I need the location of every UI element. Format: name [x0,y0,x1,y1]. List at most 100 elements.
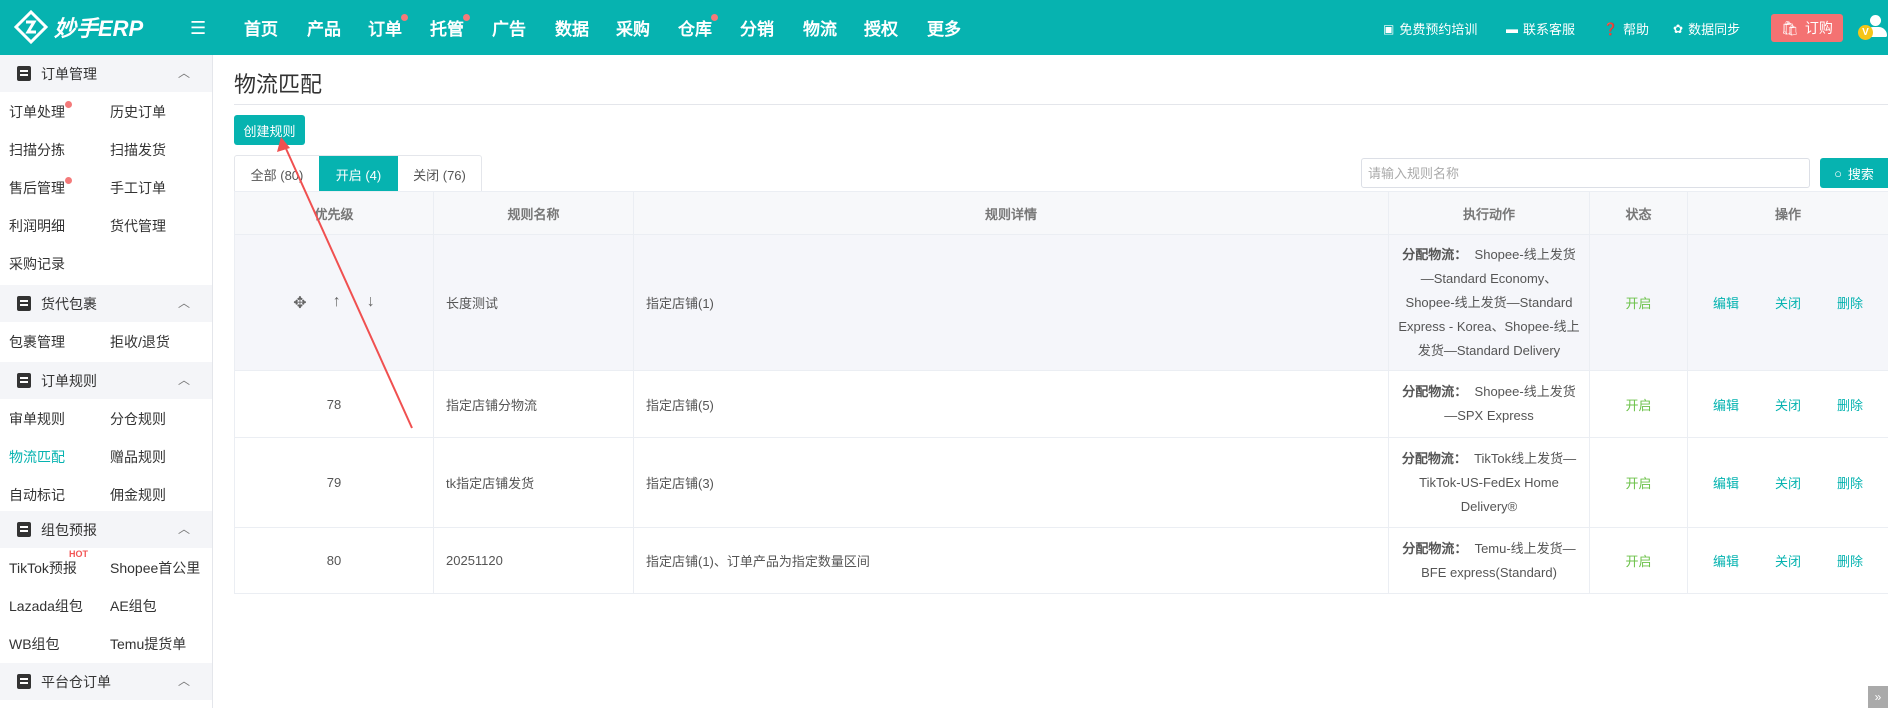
sidebar-item-label: 历史订单 [110,104,166,120]
sidebar-item[interactable]: 订单处理 [9,101,72,122]
sidebar-item[interactable]: 赠品规则 [110,447,166,467]
sidebar-section-0[interactable]: 订单管理 ︿ [0,55,212,92]
scroll-expand-button[interactable]: » [1868,686,1888,708]
sidebar-item[interactable]: 审单规则 [9,409,65,429]
action-text: Shopee-线上发货—Standard Economy、Shopee-线上发货… [1398,246,1580,358]
sidebar-item[interactable]: AE组包 [110,596,157,616]
tab-enabled[interactable]: 开启 (4) [319,156,398,192]
col-status: 状态 [1589,191,1688,235]
sidebar-section-1[interactable]: 货代包裹 ︿ [0,285,212,322]
tab-disabled[interactable]: 关闭 (76) [398,156,481,192]
create-rule-button[interactable]: 创建规则 [234,115,305,145]
nav-item-1[interactable]: 产品 [307,15,341,40]
sidebar-item[interactable]: 分仓规则 [110,409,166,429]
sidebar-item-label: Shopee首公里 [110,560,201,576]
sidebar-item[interactable]: 手工订单 [110,178,166,198]
nav-item-4[interactable]: 广告 [492,15,526,40]
priority-cell: 80 [234,527,434,594]
sidebar-item[interactable]: 佣金规则 [110,485,166,505]
nav-item-2[interactable]: 订单 [368,14,408,40]
arrow-up-icon[interactable]: ↑ [333,293,341,313]
sidebar-section-4[interactable]: 平台仓订单 ︿ [0,663,212,700]
disable-link[interactable]: 关闭 [1775,296,1801,311]
nav-item-8[interactable]: 分销 [740,15,774,40]
customer-service-link[interactable]: ▬ 联系客服 [1506,19,1575,38]
tab-all[interactable]: 全部 (80) [235,156,319,192]
nav-item-7[interactable]: 仓库 [678,14,718,40]
notification-dot [65,101,72,108]
section-icon [17,296,31,311]
col-rule-name: 规则名称 [433,191,634,235]
section-title: 组包预报 [41,521,97,538]
nav-item-0[interactable]: 首页 [244,15,278,40]
buy-button[interactable]: 🛍 订购 [1771,14,1843,42]
sidebar-section-2[interactable]: 订单规则 ︿ [0,362,212,399]
nav-item-3[interactable]: 托管 [430,14,470,40]
disable-link[interactable]: 关闭 [1775,476,1801,491]
disable-link[interactable]: 关闭 [1775,554,1801,569]
delete-link[interactable]: 删除 [1837,398,1863,413]
sidebar-item[interactable]: 采购记录 [9,254,65,274]
search-icon: ○ [1834,165,1842,181]
nav-item-9[interactable]: 物流 [803,15,837,40]
sidebar-item[interactable]: 自动标记 [9,485,65,505]
delete-link[interactable]: 删除 [1837,296,1863,311]
sidebar-item[interactable]: TikTok预报 HOT [9,549,88,578]
rule-name-cell: 长度测试 [433,234,634,371]
sidebar-item[interactable]: 物流匹配 [9,447,65,467]
sidebar-item[interactable]: WB组包 [9,634,60,654]
rule-name-cell: tk指定店铺发货 [433,437,634,528]
nav-item-11[interactable]: 更多 [927,15,961,40]
rules-table: 优先级 规则名称 规则详情 执行动作 状态 操作 ✥ ↑ ↓ 长度测试 指定店铺(1) 分… [234,191,1888,594]
sidebar-item[interactable]: 扫描发货 [110,140,166,160]
section-icon [17,522,31,537]
buy-label: 订购 [1804,20,1833,36]
help-label: 帮助 [1622,22,1649,37]
sidebar-item[interactable]: 扫描分拣 [9,140,65,160]
edit-link[interactable]: 编辑 [1713,476,1739,491]
arrow-down-icon[interactable]: ↓ [367,293,375,313]
sidebar-item[interactable]: 售后管理 [9,177,72,198]
page-title: 物流匹配 [234,72,323,97]
avatar[interactable]: V [1858,15,1887,43]
sidebar-item[interactable]: Lazada组包 [9,596,83,616]
sidebar-item[interactable]: 历史订单 [110,102,166,122]
sidebar-item-label: 订单处理 [9,104,65,120]
priority-cell: ✥ ↑ ↓ [234,234,434,371]
sidebar-item-label: 采购记录 [9,256,65,272]
chevron-up-icon: ︿ [177,373,190,387]
delete-link[interactable]: 删除 [1837,554,1863,569]
nav-item-5[interactable]: 数据 [555,15,589,40]
sidebar-item[interactable]: 货代管理 [110,216,166,236]
search-button[interactable]: ○ 搜索 [1820,158,1888,188]
sidebar-item[interactable]: 包裹管理 [9,332,65,352]
sidebar-item-label: 赠品规则 [110,449,166,465]
delete-link[interactable]: 删除 [1837,476,1863,491]
edit-link[interactable]: 编辑 [1713,554,1739,569]
training-link[interactable]: ▣ 免费预约培训 [1383,19,1477,38]
nav-item-6[interactable]: 采购 [616,15,650,40]
sidebar-item[interactable]: Temu提货单 [110,634,186,654]
edit-link[interactable]: 编辑 [1713,296,1739,311]
nav-label: 授权 [864,20,898,39]
sidebar-section-3[interactable]: 组包预报 ︿ [0,511,212,548]
sidebar-item[interactable]: Shopee首公里 [110,558,200,578]
nav-item-10[interactable]: 授权 [864,15,898,40]
rule-name-search-input[interactable] [1361,158,1810,188]
sidebar-item-label: AE组包 [110,598,157,614]
disable-link[interactable]: 关闭 [1775,398,1801,413]
sidebar-item[interactable]: 利润明细 [9,216,65,236]
menu-toggle-icon[interactable]: ☰ [190,18,206,39]
sidebar-item-label: TikTok预报 [9,560,77,576]
sidebar-item[interactable]: 拒收/退货 [110,332,170,352]
logo[interactable]: 妙手ERP [14,10,143,44]
sidebar-item-label: 审单规则 [9,411,65,427]
help-link[interactable]: ❓ 帮助 [1603,19,1649,38]
sync-label: 数据同步 [1688,22,1741,37]
edit-link[interactable]: 编辑 [1713,398,1739,413]
data-sync-link[interactable]: ✿ 数据同步 [1673,19,1740,38]
sidebar-item-label: 自动标记 [9,487,65,503]
drag-move-icon[interactable]: ✥ [293,293,306,313]
vip-badge: V [1858,25,1873,40]
sidebar: 订单管理 ︿ 订单处理 历史订单扫描分拣 扫描发货售后管理 手工订单利润明细 货代管理采购记… [0,55,213,708]
